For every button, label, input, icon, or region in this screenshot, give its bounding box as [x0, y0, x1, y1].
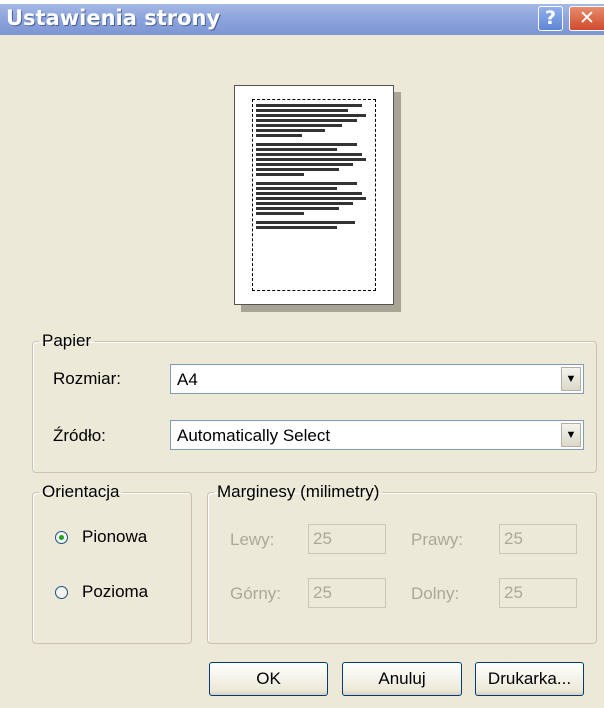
margin-left-input[interactable]: 25: [308, 524, 386, 554]
paper-group: Papier: [32, 331, 597, 473]
paper-legend: Papier: [42, 331, 92, 350]
orientation-legend: Orientacja: [42, 482, 120, 501]
orientation-group: Orientacja: [32, 482, 192, 644]
margins-legend: Marginesy (milimetry): [217, 482, 380, 501]
title-bar[interactable]: Ustawienia strony ? ✕: [0, 0, 604, 35]
orientation-portrait-label[interactable]: Pionowa: [82, 527, 147, 547]
orientation-landscape-radio[interactable]: [55, 586, 68, 599]
margins-group: Marginesy (milimetry): [207, 482, 597, 644]
margin-top-label: Górny:: [230, 584, 282, 603]
paper-source-select[interactable]: Automatically Select ▼: [170, 420, 584, 450]
help-icon: ?: [544, 7, 557, 29]
help-button[interactable]: ?: [538, 6, 563, 31]
margin-left-label: Lewy:: [230, 530, 275, 549]
preview-sample-text: [256, 104, 371, 231]
chevron-down-icon[interactable]: ▼: [561, 367, 581, 391]
page-preview: [234, 85, 394, 305]
orientation-portrait-radio[interactable]: [55, 531, 68, 544]
margin-top-input[interactable]: 25: [308, 578, 386, 608]
cancel-button[interactable]: Anuluj: [342, 662, 462, 696]
orientation-landscape-label[interactable]: Pozioma: [82, 582, 148, 602]
paper-source-value: Automatically Select: [177, 426, 331, 445]
paper-size-select[interactable]: A4 ▼: [170, 364, 584, 394]
window-title: Ustawienia strony: [6, 6, 221, 30]
close-icon: ✕: [579, 7, 595, 29]
preview-margin-outline: [252, 99, 376, 291]
margin-right-label: Prawy:: [411, 530, 463, 549]
paper-size-value: A4: [177, 370, 198, 389]
ok-button[interactable]: OK: [209, 662, 328, 696]
close-button[interactable]: ✕: [569, 6, 604, 31]
margin-right-input[interactable]: 25: [499, 524, 577, 554]
chevron-down-icon[interactable]: ▼: [561, 423, 581, 447]
paper-source-label: Źródło:: [53, 426, 106, 445]
margin-bottom-label: Dolny:: [411, 584, 460, 603]
paper-size-label: Rozmiar:: [53, 369, 122, 388]
margin-bottom-input[interactable]: 25: [499, 578, 577, 608]
printer-button[interactable]: Drukarka...: [475, 662, 584, 696]
